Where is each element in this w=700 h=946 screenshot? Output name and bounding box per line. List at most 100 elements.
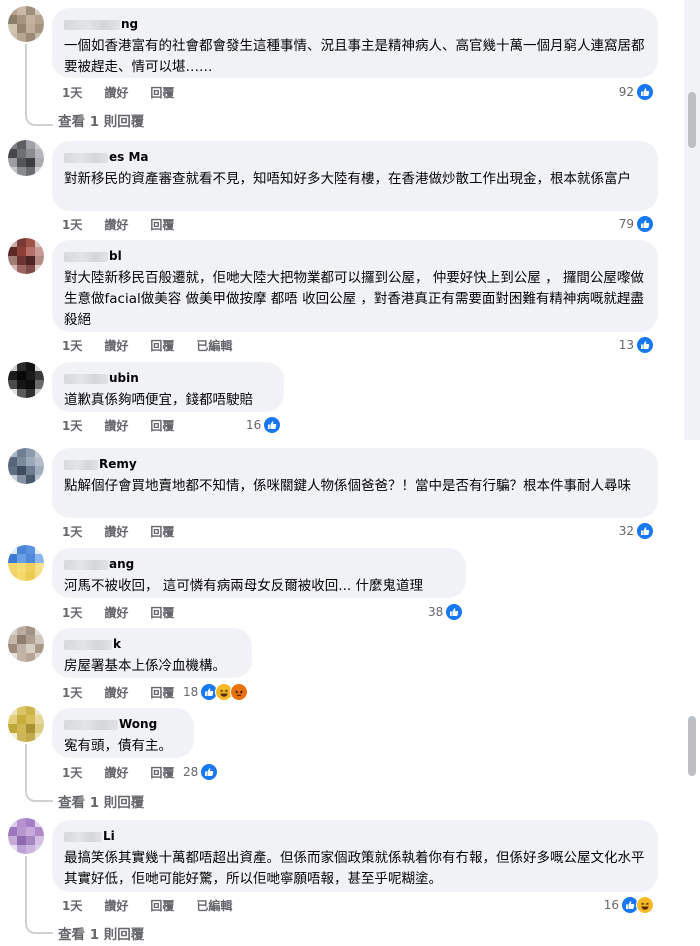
comment-text: 房屋署基本上係冷血機構。 xyxy=(64,658,226,674)
avatar[interactable] xyxy=(8,6,44,42)
timestamp-link[interactable]: 1天 xyxy=(62,764,82,781)
commenter-name[interactable]: Remy xyxy=(64,456,646,472)
like-button[interactable]: 讚好 xyxy=(104,337,128,354)
like-button[interactable]: 讚好 xyxy=(104,216,128,233)
comment-actions: 1天 讚好 回覆 xyxy=(62,683,196,701)
reaction-summary[interactable]: 92 xyxy=(619,82,654,102)
like-button[interactable]: 讚好 xyxy=(104,764,128,781)
avatar[interactable] xyxy=(8,140,44,176)
timestamp-link[interactable]: 1天 xyxy=(62,684,82,701)
redacted-name xyxy=(64,459,98,470)
redacted-name xyxy=(64,373,108,384)
inner-scrollbar-thumb[interactable] xyxy=(688,716,696,776)
reaction-count: 92 xyxy=(618,85,634,99)
comment-bubble: ang 河馬不被收回， 這可憐有病兩母女反爾被收回... 什麼鬼道理 xyxy=(52,548,466,598)
comment-bubble: ubin 道歉真係夠哂便宜，錢都唔駛賠 xyxy=(52,362,284,412)
view-replies-link[interactable]: 查看 1 則回覆 xyxy=(58,791,144,811)
avatar[interactable] xyxy=(8,362,44,398)
timestamp-link[interactable]: 1天 xyxy=(62,417,82,434)
reply-button[interactable]: 回覆 xyxy=(150,604,174,621)
reaction-count: 79 xyxy=(618,217,634,231)
avatar[interactable] xyxy=(8,706,44,742)
timestamp-link[interactable]: 1天 xyxy=(62,216,82,233)
thumbs-up-icon xyxy=(636,215,654,233)
redacted-name xyxy=(64,19,120,30)
thumbs-up-icon xyxy=(200,763,219,781)
avatar[interactable] xyxy=(8,448,44,484)
reaction-count: 32 xyxy=(618,524,634,538)
haha-emoji-icon xyxy=(636,896,654,914)
like-button[interactable]: 讚好 xyxy=(104,897,128,914)
redacted-name xyxy=(64,152,108,163)
reply-button[interactable]: 回覆 xyxy=(150,84,174,101)
reply-button[interactable]: 回覆 xyxy=(150,417,174,434)
comment-actions: 1天 讚好 回覆 已編輯 xyxy=(62,896,254,914)
timestamp-link[interactable]: 1天 xyxy=(62,604,82,621)
redacted-name xyxy=(64,251,108,262)
reaction-summary[interactable]: 28 xyxy=(183,762,219,782)
thumbs-up-icon xyxy=(636,83,654,101)
reaction-summary[interactable]: 38 xyxy=(428,602,464,622)
reaction-summary[interactable]: 16 xyxy=(246,415,282,435)
redacted-name xyxy=(64,639,112,650)
comment-bubble: ng 一個如香港富有的社會都會發生這種事情、況且事主是精神病人、高官幾十萬一個月… xyxy=(52,8,658,78)
commenter-name[interactable]: ubin xyxy=(64,370,272,386)
view-replies-link[interactable]: 查看 1 則回覆 xyxy=(58,110,144,130)
outer-scrollbar-track[interactable] xyxy=(684,0,700,440)
reply-button[interactable]: 回覆 xyxy=(150,216,174,233)
reaction-count: 13 xyxy=(618,338,634,352)
comment-actions: 1天 讚好 回覆 xyxy=(62,416,196,434)
like-button[interactable]: 讚好 xyxy=(104,84,128,101)
reaction-summary[interactable]: 18 xyxy=(183,682,249,702)
reaction-count: 18 xyxy=(183,685,199,699)
comment-bubble: Li 最搞笑係其實幾十萬都唔超出資產。但係而家個政策就係執着你有冇報，但係好多嘅… xyxy=(52,820,658,892)
angry-emoji-icon xyxy=(230,683,249,701)
timestamp-link[interactable]: 1天 xyxy=(62,523,82,540)
redacted-name xyxy=(64,719,118,730)
commenter-name[interactable]: es Ma xyxy=(64,149,646,165)
reaction-summary[interactable]: 16 xyxy=(604,895,654,915)
comment-bubble: es Ma 對新移民的資產審查就看不見，知唔知好多大陸有樓，在香港做炒散工作出現… xyxy=(52,141,658,211)
like-button[interactable]: 讚好 xyxy=(104,684,128,701)
thumbs-up-icon xyxy=(636,522,654,540)
comment-text: 道歉真係夠哂便宜，錢都唔駛賠 xyxy=(64,392,253,408)
commenter-name[interactable]: Wong xyxy=(64,716,182,732)
commenter-name[interactable]: ng xyxy=(64,16,646,32)
reaction-summary[interactable]: 13 xyxy=(619,335,654,355)
reaction-count: 16 xyxy=(603,898,619,912)
avatar[interactable] xyxy=(8,238,44,274)
like-button[interactable]: 讚好 xyxy=(104,417,128,434)
reply-button[interactable]: 回覆 xyxy=(150,684,174,701)
reaction-summary[interactable]: 32 xyxy=(619,521,654,541)
like-button[interactable]: 讚好 xyxy=(104,523,128,540)
reply-button[interactable]: 回覆 xyxy=(150,523,174,540)
reply-button[interactable]: 回覆 xyxy=(150,897,174,914)
commenter-name[interactable]: Li xyxy=(64,828,646,844)
timestamp-link[interactable]: 1天 xyxy=(62,84,82,101)
comment-text: 對新移民的資產審查就看不見，知唔知好多大陸有樓，在香港做炒散工作出現金，根本就係… xyxy=(64,171,631,187)
avatar[interactable] xyxy=(8,545,44,581)
timestamp-link[interactable]: 1天 xyxy=(62,337,82,354)
reply-button[interactable]: 回覆 xyxy=(150,337,174,354)
comment-actions: 1天 讚好 回覆 xyxy=(62,763,196,781)
reaction-summary[interactable]: 79 xyxy=(619,214,654,234)
comment-bubble: Remy 點解個仔會買地賣地都不知情，係咪關鍵人物係個爸爸？！當中是否有行騙？根… xyxy=(52,448,658,518)
commenter-name[interactable]: ang xyxy=(64,556,454,572)
view-replies-link[interactable]: 查看 1 則回覆 xyxy=(58,923,144,943)
like-button[interactable]: 讚好 xyxy=(104,604,128,621)
thumbs-up-icon xyxy=(445,603,464,621)
comment-text: 最搞笑係其實幾十萬都唔超出資產。但係而家個政策就係執着你有冇報，但係好多嘅公屋文… xyxy=(64,850,645,887)
edited-label: 已編輯 xyxy=(196,898,233,913)
comment-bubble: bl 對大陸新移民百般遷就，佢哋大陸大把物業都可以攞到公屋， 仲要好快上到公屋 … xyxy=(52,240,658,332)
comment-text: 河馬不被收回， 這可憐有病兩母女反爾被收回... 什麼鬼道理 xyxy=(64,578,423,594)
timestamp-link[interactable]: 1天 xyxy=(62,897,82,914)
commenter-name[interactable]: k xyxy=(64,636,240,652)
outer-scrollbar-thumb[interactable] xyxy=(688,92,696,148)
comment-actions: 1天 讚好 回覆 xyxy=(62,83,196,101)
reply-button[interactable]: 回覆 xyxy=(150,764,174,781)
avatar[interactable] xyxy=(8,626,44,662)
comment-text: 一個如香港富有的社會都會發生這種事情、況且事主是精神病人、高官幾十萬一個月窮人連… xyxy=(64,38,645,75)
avatar[interactable] xyxy=(8,818,44,854)
commenter-name[interactable]: bl xyxy=(64,248,646,264)
thread-connector xyxy=(25,856,53,934)
